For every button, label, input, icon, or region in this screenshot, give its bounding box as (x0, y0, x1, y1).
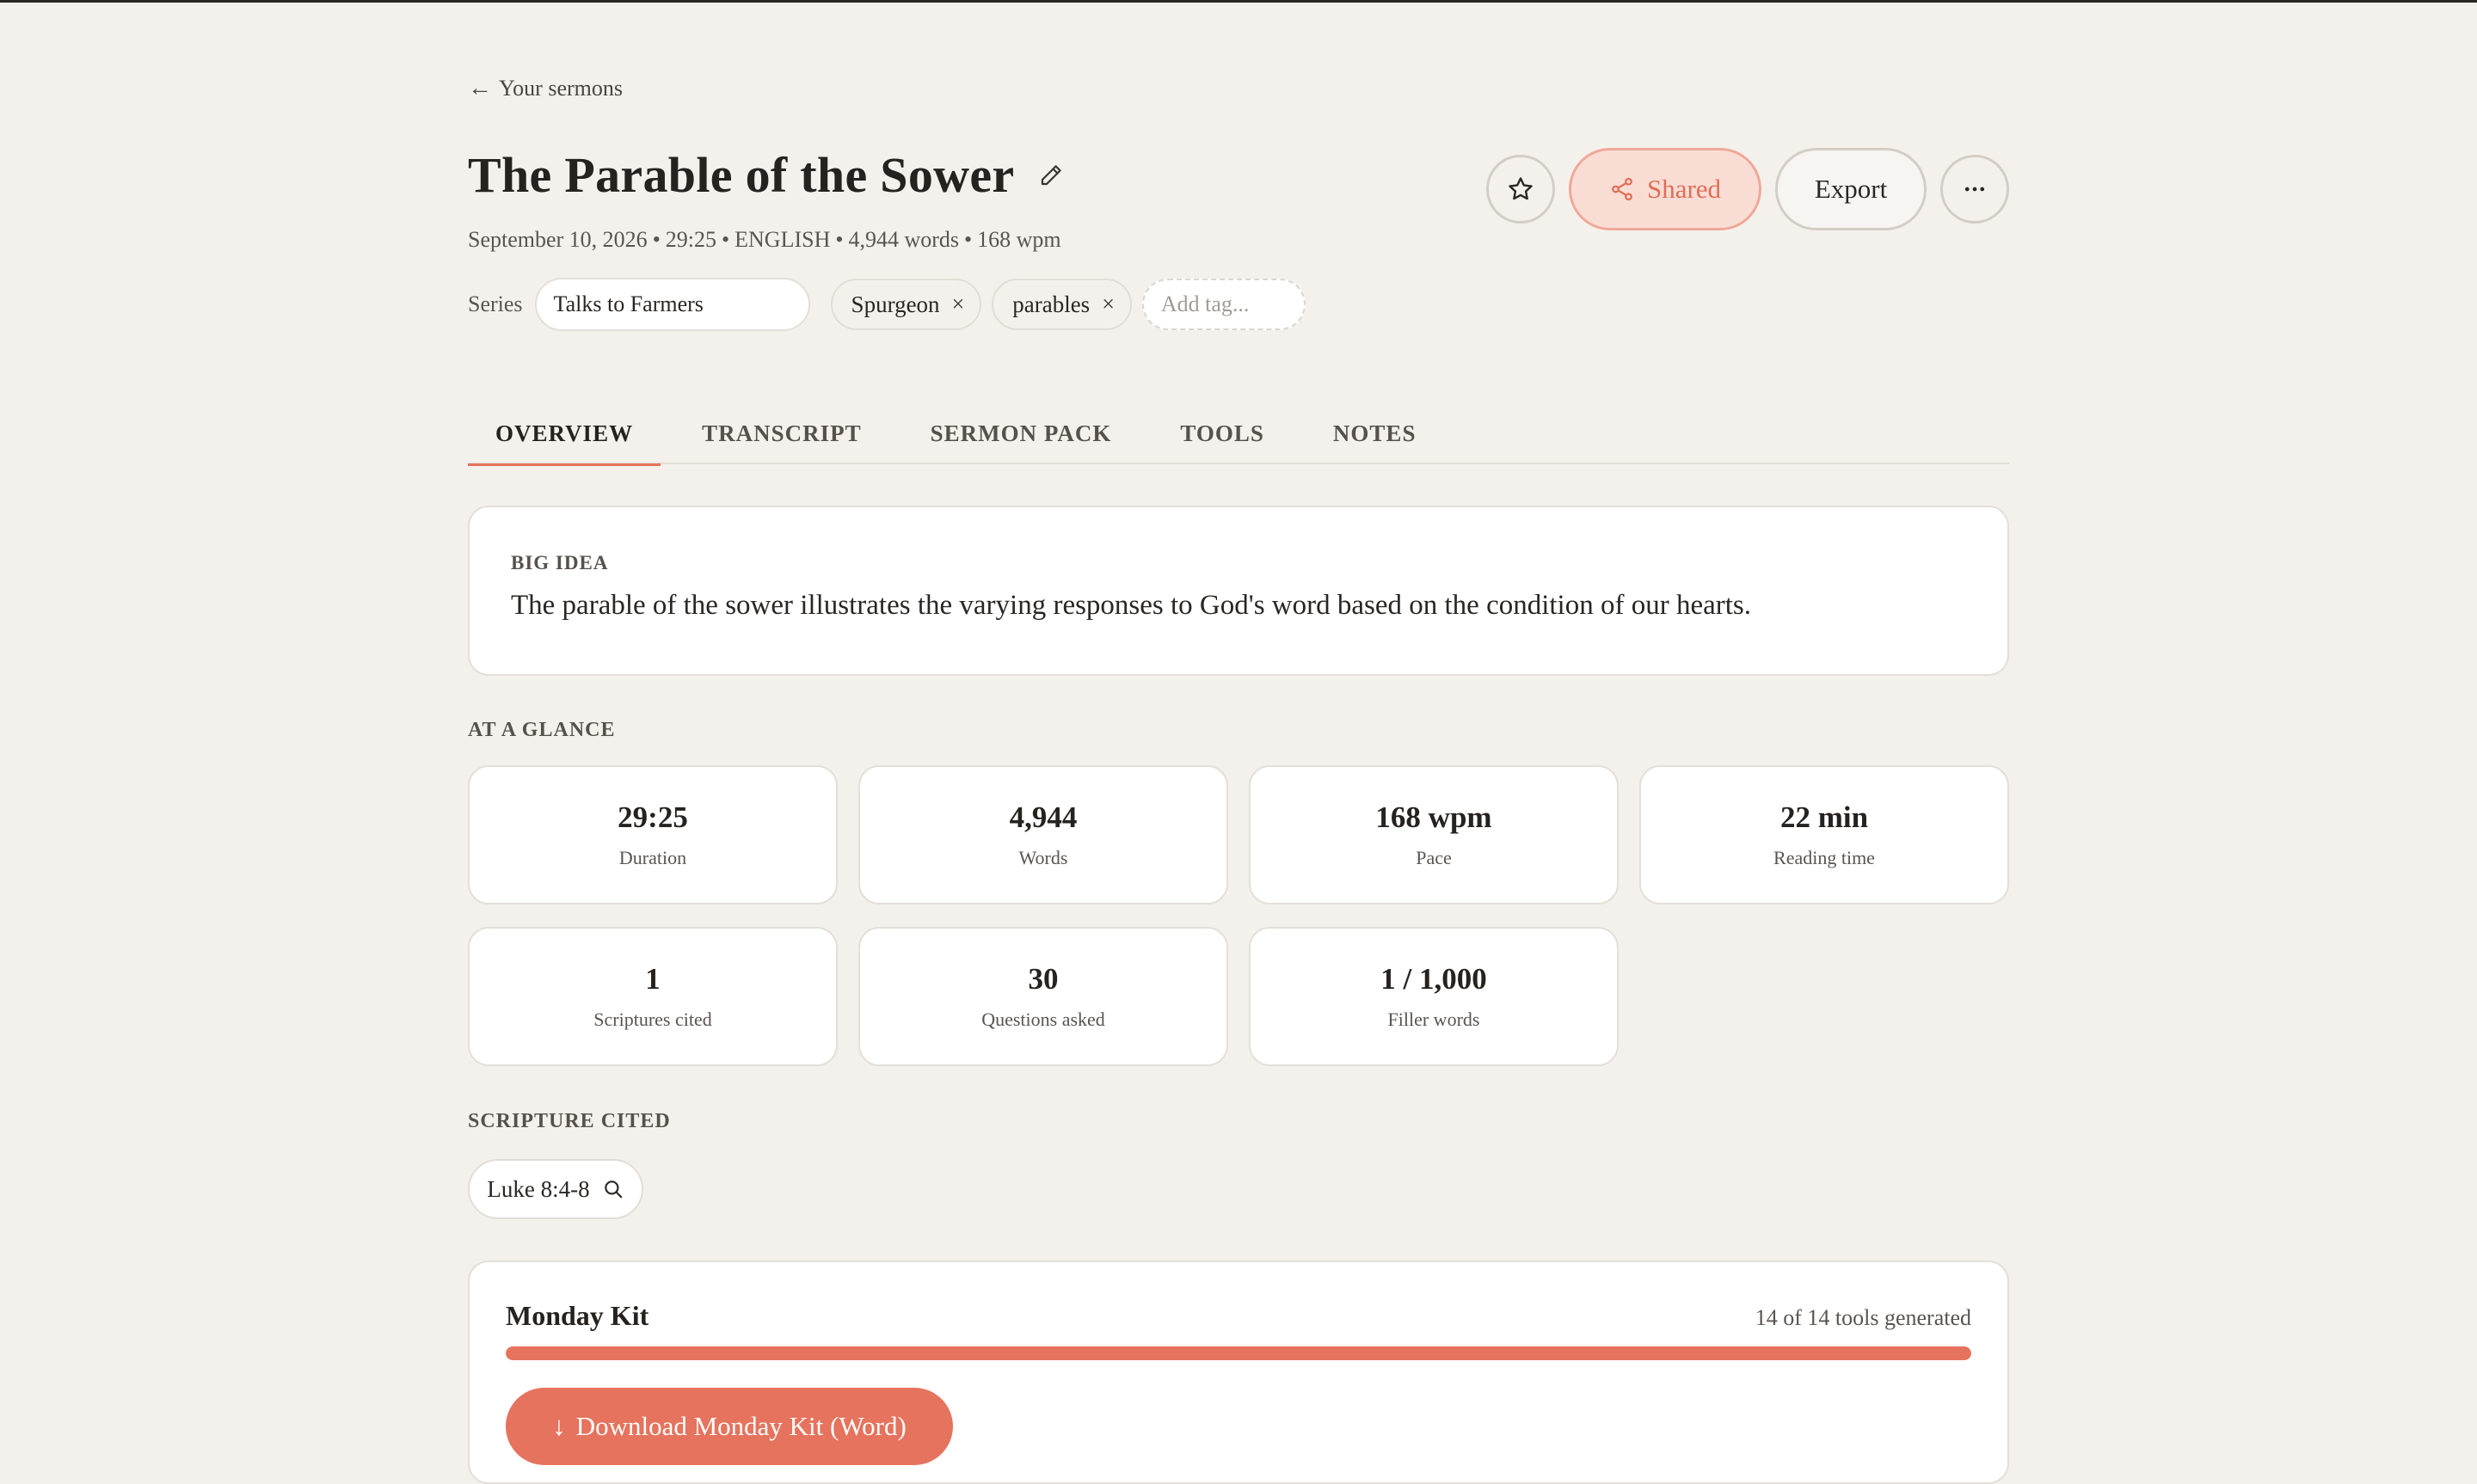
stat-label: Duration (618, 847, 687, 868)
star-icon (1509, 177, 1533, 200)
header-actions: Shared Export (1486, 148, 2009, 230)
stat-card-pace: 168 wpm Pace (1249, 765, 1619, 905)
add-tag-input[interactable]: Add tag... (1141, 279, 1306, 330)
tab-tools[interactable]: TOOLS (1139, 402, 1292, 464)
stat-value: 1 (645, 962, 661, 996)
shared-button[interactable]: Shared (1569, 148, 1761, 230)
stat-value: 1 / 1,000 (1380, 962, 1487, 996)
scripture-cited-label: SCRIPTURE CITED (468, 1110, 671, 1132)
tags-row: Series Talks to Farmers Spurgeon × parab… (468, 278, 1306, 331)
big-idea-card: BIG IDEA The parable of the sower illust… (468, 506, 2009, 676)
stat-value: 22 min (1779, 800, 1869, 834)
meta-language: ENGLISH (734, 227, 831, 252)
scripture-chip[interactable]: Luke 8:4-8 (468, 1159, 643, 1219)
monday-kit-progress-fill (506, 1346, 1971, 1360)
back-link-label: Your sermons (499, 76, 623, 101)
meta-date: September 10, 2026 (468, 227, 648, 252)
series-input[interactable]: Talks to Farmers (534, 278, 810, 331)
at-a-glance-label: AT A GLANCE (468, 719, 616, 741)
monday-kit-title: Monday Kit (506, 1300, 649, 1331)
tab-overview[interactable]: OVERVIEW (468, 402, 661, 466)
shared-button-label: Shared (1646, 174, 1722, 204)
search-icon (604, 1180, 622, 1199)
stat-card-reading-time: 22 min Reading time (1639, 765, 2009, 905)
title-row: The Parable of the Sower (468, 146, 1066, 204)
big-idea-label: BIG IDEA (511, 552, 609, 573)
page-title: The Parable of the Sower (468, 147, 1015, 203)
more-horizontal-icon (1964, 187, 1985, 192)
stat-label: Reading time (1773, 847, 1875, 868)
monday-kit-progress-bar (506, 1346, 1971, 1360)
monday-kit-header: Monday Kit 14 of 14 tools generated (506, 1300, 1971, 1332)
stat-card-questions-asked: 30 Questions asked (858, 927, 1228, 1066)
stat-label: Filler words (1387, 1009, 1480, 1030)
meta-duration: 29:25 (665, 227, 717, 252)
tab-sermon-pack[interactable]: SERMON PACK (889, 402, 1140, 464)
monday-kit-status: 14 of 14 tools generated (1755, 1305, 1971, 1330)
meta-separator: • (652, 227, 661, 252)
stat-card-duration: 29:25 Duration (468, 765, 838, 905)
monday-kit-card: Monday Kit 14 of 14 tools generated ↓ Do… (468, 1260, 2009, 1484)
tag-label: Spurgeon (851, 291, 940, 317)
stat-value: 4,944 (1009, 800, 1078, 834)
series-label: Series (468, 291, 523, 316)
export-button[interactable]: Export (1775, 148, 1927, 230)
more-options-button[interactable] (1940, 155, 2009, 224)
stat-card-scriptures-cited: 1 Scriptures cited (468, 927, 838, 1066)
tab-bar: OVERVIEW TRANSCRIPT SERMON PACK TOOLS NO… (468, 402, 2009, 466)
back-link[interactable]: ← Your sermons (468, 76, 623, 101)
scripture-reference: Luke 8:4-8 (487, 1175, 590, 1202)
meta-pace: 168 wpm (977, 227, 1061, 252)
stat-card-words: 4,944 Words (858, 765, 1228, 905)
remove-tag-close-icon[interactable]: × (952, 293, 965, 316)
tag-label: parables (1012, 291, 1091, 317)
tab-transcript[interactable]: TRANSCRIPT (661, 402, 889, 464)
meta-words: 4,944 words (848, 227, 960, 252)
stat-label: Questions asked (981, 1009, 1105, 1030)
download-monday-kit-button[interactable]: ↓ Download Monday Kit (Word) (506, 1388, 953, 1465)
remove-tag-close-icon[interactable]: × (1102, 293, 1115, 316)
tag-chip: parables × (992, 279, 1132, 330)
sermon-page: ← Your sermons The Parable of the Sower … (468, 0, 2009, 1484)
stat-card-filler-words: 1 / 1,000 Filler words (1249, 927, 1619, 1066)
stat-value: 168 wpm (1375, 800, 1492, 834)
download-button-label: Download Monday Kit (Word) (575, 1411, 907, 1441)
tab-notes[interactable]: NOTES (1292, 402, 1444, 464)
edit-title-pencil-icon[interactable] (1036, 161, 1066, 190)
meta-separator: • (835, 227, 844, 252)
stat-label: Pace (1416, 847, 1452, 868)
meta-separator: • (722, 227, 730, 252)
stat-label: Scriptures cited (593, 1009, 712, 1030)
stat-value: 30 (1028, 962, 1059, 996)
favorite-button[interactable] (1486, 155, 1555, 224)
meta-separator: • (964, 227, 973, 252)
tag-chip: Spurgeon × (830, 279, 982, 330)
back-arrow-icon: ← (468, 75, 492, 101)
stat-value: 29:25 (618, 800, 688, 834)
sermon-meta: September 10, 2026 • 29:25 • ENGLISH • 4,944 w… (468, 227, 1061, 253)
stat-label: Words (1018, 847, 1068, 868)
share-icon (1612, 177, 1632, 201)
big-idea-text: The parable of the sower illustrates the… (511, 590, 1751, 621)
download-icon: ↓ (552, 1411, 566, 1441)
